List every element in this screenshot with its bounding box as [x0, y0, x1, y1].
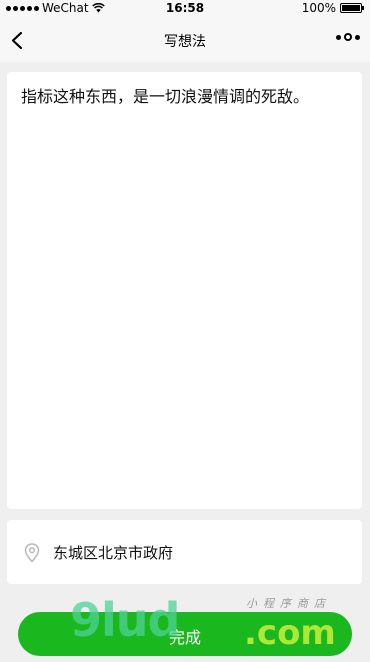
more-menu-icon[interactable] [336, 33, 360, 41]
location-text: 东城区北京市政府 [53, 544, 174, 562]
battery-percent: 100% [301, 1, 336, 15]
note-editor[interactable]: 指标这种东西，是一切浪漫情调的死敌。 [7, 72, 362, 509]
page-title: 写想法 [164, 34, 206, 50]
done-button-label: 完成 [168, 630, 201, 647]
note-text[interactable]: 指标这种东西，是一切浪漫情调的死敌。 [21, 85, 348, 109]
watermark-tagline: 小程序商店 [246, 597, 331, 610]
location-pin-icon [24, 543, 40, 563]
location-selector[interactable]: 东城区北京市政府 [7, 520, 362, 584]
navigation-bar: 写想法 [0, 18, 370, 62]
status-bar: WeChat 16:58 100% [0, 0, 370, 18]
battery-group: 100% [301, 1, 364, 15]
done-button[interactable]: 完成 [18, 612, 352, 656]
battery-icon [340, 3, 364, 13]
